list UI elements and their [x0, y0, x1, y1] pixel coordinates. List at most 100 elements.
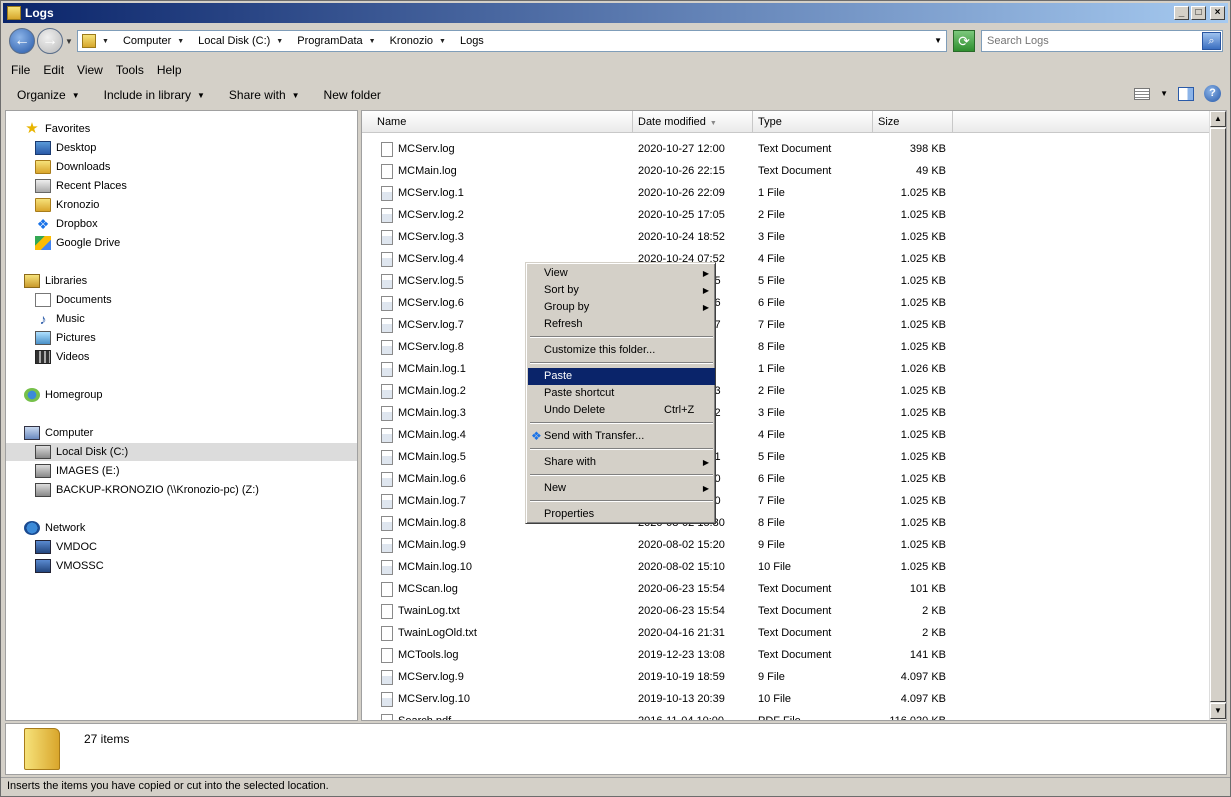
menu-properties[interactable]: Properties: [528, 506, 715, 523]
nav-images-drive[interactable]: IMAGES (E:): [35, 462, 120, 480]
file-row[interactable]: Search.pdf 2016-11-04 10:00 PDF File 116.02…: [362, 711, 1210, 720]
file-row[interactable]: MCMain.log.12020-10-19 …11 File1.026 KB: [362, 359, 1210, 381]
nav-google-drive[interactable]: Google Drive: [35, 234, 120, 252]
breadcrumb-local-disk[interactable]: Local Disk (C:) ▼: [198, 35, 289, 47]
menu-file[interactable]: File: [11, 63, 30, 77]
maximize-button[interactable]: □: [1191, 6, 1206, 20]
file-row[interactable]: MCMain.log.62020-08-03 …506 File1.025 KB: [362, 469, 1210, 491]
file-row[interactable]: MCMain.log.52020-08-10 …015 File1.025 KB: [362, 447, 1210, 469]
nav-network[interactable]: Network: [24, 519, 85, 537]
nav-local-disk[interactable]: Local Disk (C:): [6, 443, 357, 461]
scroll-thumb[interactable]: [1210, 128, 1226, 702]
nav-computer[interactable]: Computer: [24, 424, 93, 442]
include-in-library-button[interactable]: Include in library ▼: [104, 88, 205, 102]
menu-tools[interactable]: Tools: [116, 63, 144, 77]
column-date-modified[interactable]: Date modified ▼: [633, 111, 753, 133]
file-row[interactable]: MCServ.log.9 2019-10-19 18:59 9 File 4.097 …: [362, 667, 1210, 689]
menu-help[interactable]: Help: [157, 63, 182, 77]
breadcrumb-logs[interactable]: Logs: [460, 35, 484, 47]
nav-recent-places[interactable]: Recent Places: [35, 177, 127, 195]
nav-pictures[interactable]: Pictures: [35, 329, 96, 347]
file-row[interactable]: MCServ.log.2 2020-10-25 17:05 2 File 1.025 …: [362, 205, 1210, 227]
column-name[interactable]: Name: [362, 111, 633, 133]
change-view-icon[interactable]: [1134, 87, 1151, 100]
breadcrumb-programdata[interactable]: ProgramData ▼: [297, 35, 381, 47]
file-row[interactable]: MCMain.log.72020-08-02 …507 File1.025 KB: [362, 491, 1210, 513]
organize-button[interactable]: Organize ▼: [17, 88, 80, 102]
menu-send-with-transfer[interactable]: ❖ Send with Transfer...: [528, 428, 715, 445]
breadcrumb-kronozio[interactable]: Kronozio ▼: [390, 35, 452, 47]
address-bar[interactable]: ▼ Computer ▼ Local Disk (C:) ▼ ProgramData…: [77, 30, 947, 52]
refresh-button[interactable]: ⟳: [953, 30, 975, 52]
nav-homegroup[interactable]: Homegroup: [24, 386, 102, 404]
nav-backup-drive[interactable]: BACKUP-KRONOZIO (\\Kronozio-pc) (Z:): [35, 481, 259, 499]
column-size[interactable]: Size: [873, 111, 953, 133]
menu-refresh[interactable]: Refresh: [528, 316, 715, 333]
menu-paste-shortcut[interactable]: Paste shortcut: [528, 385, 715, 402]
menu-group-by[interactable]: Group by ▶: [528, 299, 715, 316]
menu-view-item[interactable]: View ▶: [528, 265, 715, 282]
nav-videos[interactable]: Videos: [35, 348, 89, 366]
chevron-down-icon: ▼: [291, 90, 300, 100]
file-row[interactable]: MCServ.log.3 2020-10-24 18:52 3 File 1.025 …: [362, 227, 1210, 249]
nav-favorites[interactable]: ★ Favorites: [24, 120, 90, 138]
nav-music[interactable]: ♪ Music: [35, 310, 85, 328]
breadcrumb-computer[interactable]: Computer ▼: [123, 35, 190, 47]
file-row[interactable]: MCMain.log.9 2020-08-02 15:20 9 File 1.025 …: [362, 535, 1210, 557]
view-dropdown[interactable]: ▼: [1160, 89, 1168, 98]
nav-kronozio[interactable]: Kronozio: [35, 196, 99, 214]
menu-share-with[interactable]: Share with ▶: [528, 454, 715, 471]
nav-vmossc[interactable]: VMOSSC: [35, 557, 104, 575]
file-row[interactable]: MCMain.log.32020-09-10 …223 File1.025 KB: [362, 403, 1210, 425]
recent-pages-dropdown[interactable]: ▼: [65, 37, 73, 46]
close-button[interactable]: ×: [1210, 6, 1225, 20]
nav-libraries[interactable]: Libraries: [24, 272, 87, 290]
file-row[interactable]: MCMain.log.82020-08-02 15:308 File1.025 …: [362, 513, 1210, 535]
address-dropdown[interactable]: ▼: [934, 36, 942, 45]
menu-sort-by[interactable]: Sort by ▶: [528, 282, 715, 299]
file-row[interactable]: MCServ.log.4 2020-10-24 07:52 4 File 1.025 …: [362, 249, 1210, 271]
nav-downloads[interactable]: Downloads: [35, 158, 110, 176]
file-row[interactable]: MCScan.log 2020-06-23 15:54 Text Document 1…: [362, 579, 1210, 601]
file-row[interactable]: TwainLog.txt 2020-06-23 15:54 Text Documen…: [362, 601, 1210, 623]
vertical-scrollbar[interactable]: ▲ ▼: [1209, 111, 1226, 720]
search-input[interactable]: [982, 31, 1200, 51]
file-row[interactable]: MCServ.log.10 2019-10-13 20:39 10 File 4.09…: [362, 689, 1210, 711]
menu-paste[interactable]: Paste: [528, 368, 715, 385]
preview-pane-icon[interactable]: [1178, 86, 1194, 101]
menu-edit[interactable]: Edit: [43, 63, 64, 77]
file-row[interactable]: MCMain.log.10 2020-08-02 15:10 10 File 1.02…: [362, 557, 1210, 579]
breadcrumb-root[interactable]: ▼: [102, 38, 115, 45]
column-type[interactable]: Type: [753, 111, 873, 133]
file-row[interactable]: TwainLogOld.txt 2020-04-16 21:31 Text Docu…: [362, 623, 1210, 645]
file-row[interactable]: MCServ.log.72020-10-21 …077 File1.025 KB: [362, 315, 1210, 337]
minimize-button[interactable]: _: [1174, 6, 1189, 20]
search-icon[interactable]: ⌕: [1202, 32, 1221, 50]
documents-icon: [35, 293, 51, 307]
file-row[interactable]: MCServ.log.82020-10-20 …68 File1.025 KB: [362, 337, 1210, 359]
scroll-down-arrow[interactable]: ▼: [1210, 703, 1226, 719]
share-with-button[interactable]: Share with ▼: [229, 88, 300, 102]
nav-desktop[interactable]: Desktop: [35, 139, 96, 157]
file-row[interactable]: MCMain.log.22020-09-30 …332 File1.025 KB: [362, 381, 1210, 403]
nav-dropbox[interactable]: ❖ Dropbox: [35, 215, 98, 233]
menu-new[interactable]: New ▶: [528, 480, 715, 497]
file-row[interactable]: MCServ.log 2020-10-27 12:00 Text Document 3…: [362, 139, 1210, 161]
nav-documents[interactable]: Documents: [35, 291, 112, 309]
menu-customize-folder[interactable]: Customize this folder...: [528, 342, 715, 359]
nav-vmdoc[interactable]: VMDOC: [35, 538, 97, 556]
file-row[interactable]: MCServ.log.1 2020-10-26 22:09 1 File 1.025 …: [362, 183, 1210, 205]
file-row[interactable]: MCTools.log 2019-12-23 13:08 Text Document…: [362, 645, 1210, 667]
file-row[interactable]: MCMain.log.42020-08-25 …14 File1.025 KB: [362, 425, 1210, 447]
new-folder-button[interactable]: New folder: [324, 88, 381, 102]
file-row[interactable]: MCServ.log.62020-10-22 …266 File1.025 KB: [362, 293, 1210, 315]
help-icon[interactable]: ?: [1204, 85, 1221, 102]
menu-view[interactable]: View: [77, 63, 103, 77]
scroll-up-arrow[interactable]: ▲: [1210, 111, 1226, 127]
file-row[interactable]: MCServ.log.52020-10-23 …355 File1.025 KB: [362, 271, 1210, 293]
menu-undo-delete[interactable]: Undo Delete Ctrl+Z: [528, 402, 715, 419]
title-bar[interactable]: Logs _ □ ×: [3, 3, 1228, 23]
back-button[interactable]: ←: [9, 28, 35, 54]
forward-button[interactable]: →: [37, 28, 63, 54]
file-row[interactable]: MCMain.log 2020-10-26 22:15 Text Document 4…: [362, 161, 1210, 183]
